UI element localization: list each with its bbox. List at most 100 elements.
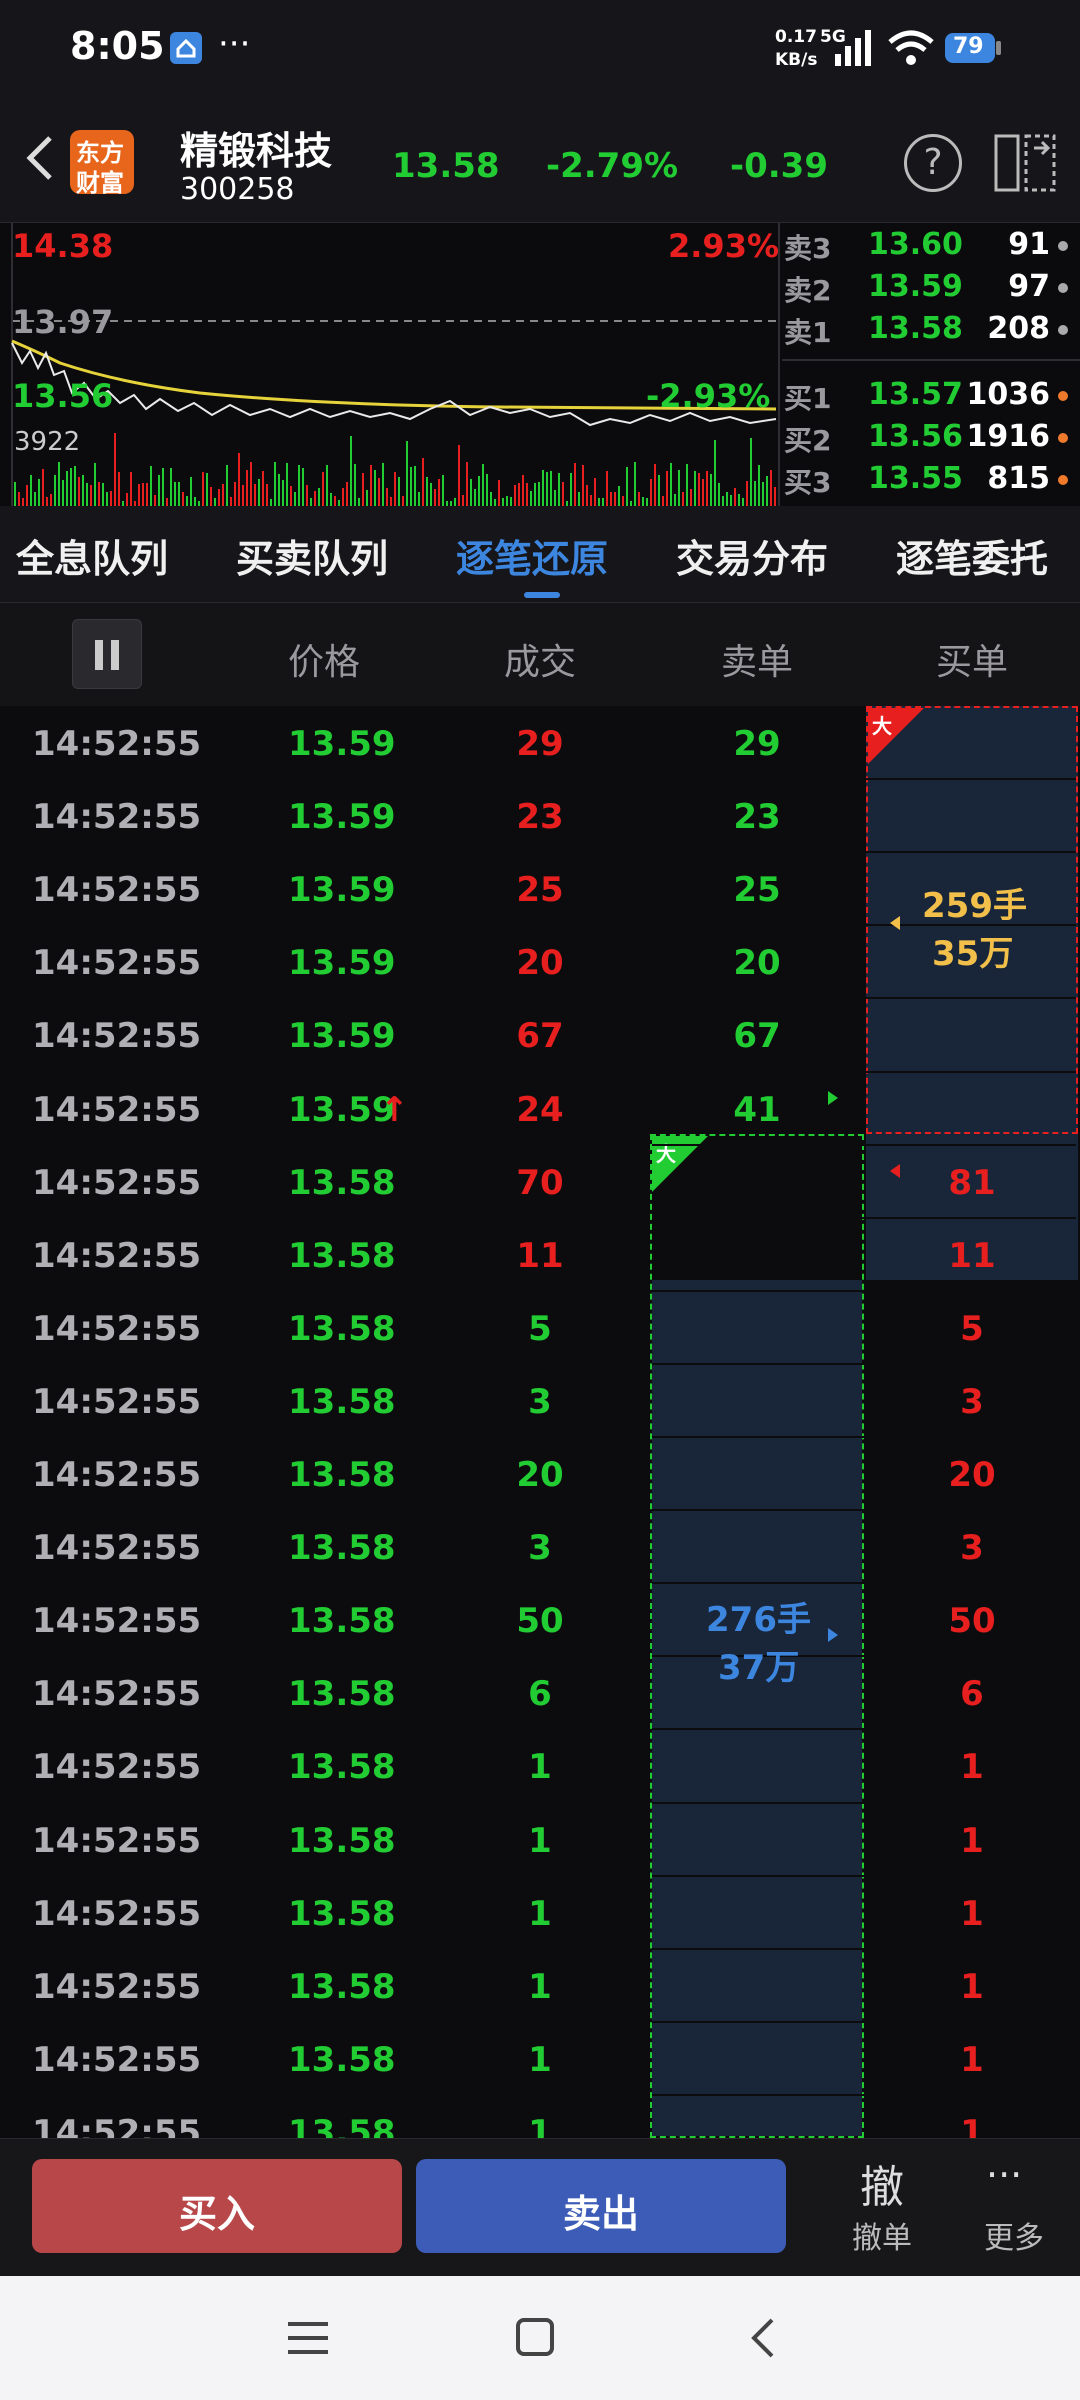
volume-bar (206, 473, 208, 507)
volume-bar (114, 433, 116, 507)
order-book-row: 卖2 13.59 97 (782, 265, 1080, 307)
sell-button[interactable]: 卖出 (416, 2159, 786, 2253)
pause-icon-bar (111, 640, 119, 670)
volume-bar (710, 474, 712, 507)
volume-bar (218, 489, 220, 507)
trade-time: 14:52:55 (32, 943, 202, 983)
order-book-label: 卖2 (784, 274, 832, 307)
back-button[interactable] (16, 128, 66, 188)
volume-bar (90, 485, 92, 507)
volume-bar (734, 488, 736, 507)
cancel-order-button[interactable]: 撤 撤单 (840, 2147, 930, 2271)
app-logo: 东方 财富 (70, 130, 134, 197)
volume-bar (118, 472, 120, 507)
trade-volume: 1 (528, 1821, 552, 1861)
volume-bar (490, 492, 492, 507)
pause-button[interactable] (72, 619, 142, 689)
more-button[interactable]: ··· 更多 (972, 2147, 1062, 2271)
trade-row: 14:52:55 13.58 70 81 (0, 1145, 1080, 1218)
volume-bar (306, 485, 308, 507)
volume-bar (634, 462, 636, 507)
column-volume: 成交 (503, 642, 576, 683)
trade-row: 14:52:55 13.59 23 23 (0, 779, 1080, 852)
more-label: 更多 (984, 2221, 1044, 2256)
volume-bar (574, 463, 576, 507)
tab-3[interactable]: 逐笔还原 (456, 528, 608, 583)
trade-time: 14:52:55 (32, 2040, 202, 2080)
volume-bar (182, 492, 184, 507)
trade-buy-order: 1 (960, 1747, 984, 1787)
tab-2[interactable]: 买卖队列 (236, 528, 388, 583)
volume-bar (170, 468, 172, 507)
buy-button[interactable]: 买入 (32, 2159, 402, 2253)
trade-time: 14:52:55 (32, 1601, 202, 1641)
row-separator (652, 1144, 1076, 1146)
volume-bar (754, 481, 756, 507)
volume-bar (658, 475, 660, 507)
volume-bar (498, 480, 500, 507)
volume-bar (278, 474, 280, 507)
column-price: 价格 (287, 642, 360, 683)
switch-layout-icon[interactable] (994, 132, 1058, 196)
volume-bar (342, 488, 344, 507)
volume-bar (294, 492, 296, 507)
intraday-chart-panel[interactable]: 14.38 2.93% 13.97 13.56 -2.93% 3922 卖3 13… (0, 222, 1080, 508)
trade-price: 13.59 (288, 1016, 396, 1056)
order-book-label: 买3 (784, 466, 832, 499)
volume-bar (18, 492, 20, 507)
volume-bar (638, 492, 640, 507)
volume-bar (202, 472, 204, 507)
back-nav-icon[interactable] (748, 2316, 778, 2364)
chart-low-price: 13.56 (12, 377, 114, 415)
volume-bar (366, 490, 368, 507)
volume-bar (526, 483, 528, 507)
trade-volume: 23 (516, 797, 564, 837)
signal-icon (833, 30, 873, 70)
row-separator (652, 778, 1076, 780)
volume-bar (190, 477, 192, 507)
big-buy-amount: 35万 (932, 934, 1014, 974)
volume-bar (706, 471, 708, 507)
chart-high-percent: 2.93% (668, 227, 780, 265)
volume-bar (470, 479, 472, 507)
volume-bar (486, 474, 488, 507)
volume-bar (534, 483, 536, 507)
volume-bar (38, 479, 40, 507)
volume-bar (66, 471, 68, 507)
price-change: -0.39 (730, 146, 828, 186)
tab-5[interactable]: 逐笔委托 (896, 528, 1048, 583)
logo-line2: 财富 (76, 169, 124, 197)
trade-buy-order: 6 (960, 1674, 984, 1714)
row-separator (652, 2021, 1076, 2023)
trade-time: 14:52:55 (32, 1674, 202, 1714)
volume-bar (538, 482, 540, 507)
volume-bar (250, 462, 252, 507)
big-buy-lots: 259手 (922, 886, 1027, 926)
help-icon[interactable]: ? (904, 134, 962, 192)
trade-buy-order: 3 (960, 1528, 984, 1568)
volume-bar (618, 486, 620, 507)
trade-row: 14:52:55 13.59 67 67 (0, 998, 1080, 1071)
home-nav-icon[interactable] (516, 2318, 554, 2356)
volume-bar (318, 488, 320, 507)
stock-code: 300258 (180, 172, 295, 207)
column-buy-order: 买单 (935, 642, 1008, 683)
row-separator (652, 1728, 1076, 1730)
tab-4[interactable]: 交易分布 (676, 528, 828, 583)
trade-volume: 25 (516, 870, 564, 910)
trade-time: 14:52:55 (32, 1236, 202, 1276)
volume-bar (286, 463, 288, 507)
cancel-order-label: 撤单 (852, 2221, 912, 2256)
menu-nav-icon[interactable] (288, 2320, 328, 2360)
action-bar: 买入 卖出 撤 撤单 ··· 更多 (0, 2138, 1080, 2277)
volume-bar (514, 485, 516, 507)
volume-bar (430, 483, 432, 507)
tab-1[interactable]: 全息队列 (16, 528, 168, 583)
buy-arrow-icon (890, 1164, 900, 1178)
trade-time: 14:52:55 (32, 1090, 202, 1130)
volume-bar (570, 473, 572, 507)
trade-list[interactable]: 大 大 14:52:55 13.59 29 29 14:52:55 13.59 23 23 14… (0, 706, 1080, 2138)
trade-volume: 5 (528, 1309, 552, 1349)
order-book-row: 买1 13.57 1036 (782, 373, 1080, 415)
current-price: 13.58 (392, 146, 500, 186)
